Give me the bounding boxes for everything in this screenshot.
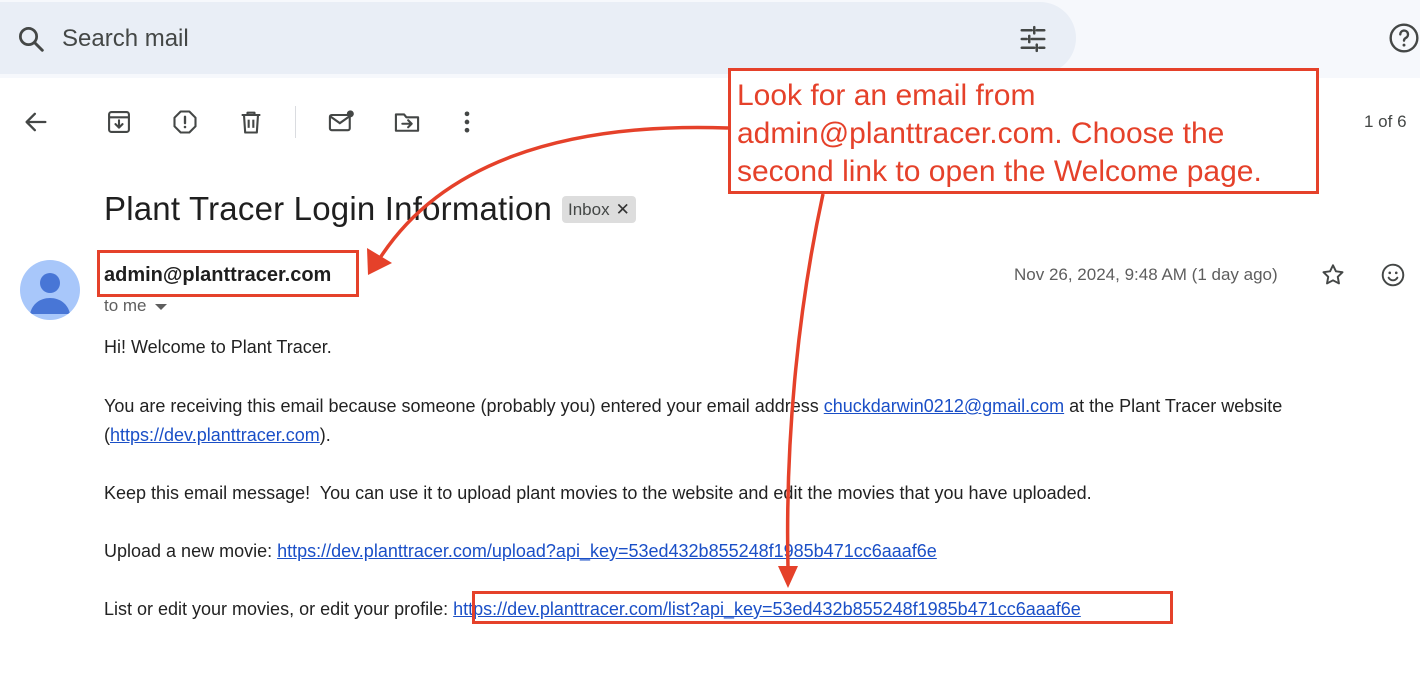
callout-line-3: second link to open the Welcome page. — [737, 155, 1262, 188]
body-paragraph-1: You are receiving this email because som… — [104, 392, 1282, 421]
help-icon[interactable] — [1388, 22, 1420, 54]
greeting-text: Hi! Welcome to Plant Tracer. — [104, 337, 332, 357]
para1-text-d: ). — [319, 425, 331, 445]
upload-line: Upload a new movie: https://dev.planttra… — [104, 537, 937, 566]
trash-icon[interactable] — [237, 108, 265, 136]
search-bar[interactable]: Search mail — [0, 2, 1076, 74]
person-icon — [30, 273, 70, 314]
inbox-label-chip[interactable]: Inbox ✕ — [562, 196, 636, 223]
list-label: List or edit your movies, or edit your p… — [104, 599, 454, 619]
move-to-icon[interactable] — [393, 108, 421, 136]
body-paragraph-2: Keep this email message! You can use it … — [104, 483, 1092, 503]
avatar[interactable] — [20, 260, 80, 320]
search-options-icon[interactable] — [1016, 24, 1050, 54]
upload-link[interactable]: https://dev.planttracer.com/upload?api_k… — [277, 541, 937, 561]
emoji-reaction-icon[interactable] — [1380, 262, 1406, 288]
message-count: 1 of 6 — [1364, 112, 1407, 131]
para1-text-a: You are receiving this email because som… — [104, 396, 824, 416]
remove-label-icon[interactable]: ✕ — [616, 201, 630, 218]
recipient-toggle[interactable]: to me — [104, 296, 167, 316]
chevron-down-icon — [154, 304, 167, 310]
recipient-text: to me — [104, 296, 147, 315]
arrow-left-icon[interactable] — [22, 108, 50, 136]
para1-text-b: at the Plant Tracer website — [1064, 396, 1283, 416]
body-paragraph-1-cont: (https://dev.planttracer.com). — [104, 421, 331, 450]
instruction-callout: Look for an email from admin@planttracer… — [728, 68, 1319, 194]
more-vert-icon[interactable] — [453, 108, 481, 136]
report-spam-icon[interactable] — [171, 108, 199, 136]
search-input[interactable]: Search mail — [62, 24, 189, 54]
list-link-highlight-box — [472, 591, 1173, 624]
label-text: Inbox — [568, 199, 610, 219]
email-address-link[interactable]: chuckdarwin0212@gmail.com — [824, 396, 1064, 416]
callout-line-1: Look for an email from — [737, 79, 1036, 112]
star-icon[interactable] — [1320, 262, 1346, 288]
email-subject: Plant Tracer Login Information — [104, 190, 553, 227]
mark-unread-icon[interactable] — [327, 108, 355, 136]
website-link[interactable]: https://dev.planttracer.com — [110, 425, 320, 445]
upload-label: Upload a new movie: — [104, 541, 278, 561]
email-date: Nov 26, 2024, 9:48 AM (1 day ago) — [1014, 265, 1278, 284]
toolbar-divider — [295, 106, 296, 138]
search-icon[interactable] — [16, 24, 46, 54]
sender-highlight-box — [97, 250, 359, 297]
archive-icon[interactable] — [105, 108, 133, 136]
callout-line-2: admin@planttracer.com. Choose the — [737, 117, 1225, 150]
